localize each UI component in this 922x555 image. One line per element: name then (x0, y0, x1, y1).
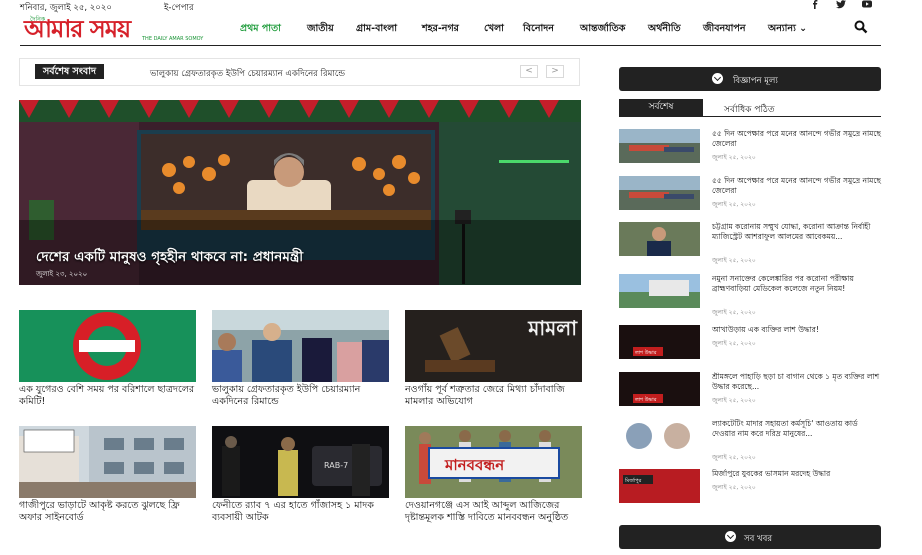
article-thumbnail-caption: RAB-7 (324, 461, 348, 470)
news-thumbnail (619, 129, 700, 163)
header-divider (20, 45, 881, 46)
sidebar-news-item[interactable]: লাশ উদ্ধার আখাউড়ায় এক ব্যক্তির লাশ উদ্… (619, 325, 881, 365)
news-thumbnail: মির্জাপুর (619, 469, 700, 503)
sidebar-news-item[interactable]: ৫৫ দিন অপেক্ষার পরে মনের আনন্দে গভীর সমু… (619, 129, 881, 169)
sidebar-news-item[interactable]: নমুনা সনাক্তের কেলেঙ্কারির পর করোনা পরীক… (619, 274, 882, 316)
site-logo[interactable]: দৈনিক আমার সময় THE DAILY AMAR SOMOY (22, 14, 218, 43)
breaking-news-label: সর্বশেষ সংবাদ (35, 64, 104, 79)
news-title[interactable]: ল্যাকটেটিং মাদার সহায়তা কর্মসূচি' আওতায… (712, 419, 882, 439)
article-title[interactable]: গাজীপুরে ভাড়াটে আকৃষ্ট করতে ঝুলছে ফ্রি … (19, 500, 196, 524)
nav-item-first-page[interactable]: প্রথম পাতা (240, 22, 281, 37)
article-thumbnail-caption: মানববন্ধন (444, 456, 505, 474)
news-title[interactable]: নমুনা সনাক্তের কেলেঙ্কারির পর করোনা পরীক… (712, 274, 882, 294)
article-thumbnail (19, 426, 196, 498)
news-title[interactable]: ৫৫ দিন অপেক্ষার পরে মনের আনন্দে গভীর সমু… (712, 176, 882, 196)
article-thumbnail: মামলা (405, 310, 582, 382)
nav-item-lifestyle[interactable]: জীবনযাপন (703, 22, 746, 37)
search-icon[interactable] (854, 20, 868, 34)
news-thumbnail-caption: লাশ উদ্ধার (634, 396, 657, 403)
chevron-down-icon: ⌄ (799, 23, 808, 34)
site-header: দৈনিক আমার সময় THE DAILY AMAR SOMOY প্র… (0, 13, 922, 45)
sidebar-news-item[interactable]: ল্যাকটেটিং মাদার সহায়তা কর্মসূচি' আওতায… (619, 419, 882, 461)
sidebar-news-item[interactable]: মির্জাপুর মির্জাপুরে যুবকের ভাসমান মরদেহ… (619, 469, 881, 509)
nav-item-city[interactable]: শহর-নগর (422, 22, 459, 37)
news-date: জুলাই ২৫, ২০২০ (712, 454, 756, 461)
news-title[interactable]: মির্জাপুরে যুবকের ভাসমান মরদেহ উদ্ধার (712, 469, 882, 479)
news-title[interactable]: আখাউড়ায় এক ব্যক্তির লাশ উদ্ধার! (712, 325, 882, 335)
nav-item-others[interactable]: অন্যান্য ⌄ (768, 22, 807, 37)
top-bar: শনিবার, জুলাই ২৫, ২০২০ ই-পেপার (0, 0, 922, 13)
article-title[interactable]: ভালুকায় গ্রেফতারকৃত ইউপি চেয়ারম্যান এক… (212, 384, 389, 408)
news-date: জুলাই ২৫, ২০২০ (712, 201, 756, 208)
sidebar-news-item[interactable]: লাশ উদ্ধার শ্রীমঙ্গলে পাহাড়ি ছড়া চা বা… (619, 372, 881, 412)
article-title[interactable]: নওগাঁয় পূর্ব শত্রুতার জেরে মিথ্যা চাঁদা… (405, 384, 582, 408)
chevron-down-circle-icon (725, 531, 736, 542)
sidebar-news-item[interactable]: ৫৫ দিন অপেক্ষার পরে মনের আনন্দে গভীর সমু… (619, 176, 881, 216)
tab-most-read[interactable]: সর্বাধিক পঠিত (724, 102, 775, 117)
ad-rate-label: বিজ্ঞাপন মূল্য (733, 76, 778, 86)
youtube-icon[interactable] (862, 0, 872, 11)
tabs-divider (619, 116, 881, 117)
news-thumbnail-caption: লাশ উদ্ধার (634, 349, 657, 356)
twitter-icon[interactable] (836, 0, 846, 12)
news-title[interactable]: চট্টগ্রাম করোনায় সম্মুখ যোদ্ধা, করোনা আ… (712, 222, 882, 242)
nav-item-international[interactable]: আন্তর্জাতিক (580, 22, 625, 37)
tab-latest[interactable]: সর্বশেষ (619, 99, 703, 116)
news-thumbnail-caption: মির্জাপুর (624, 477, 642, 484)
nav-item-sports[interactable]: খেলা (484, 22, 504, 37)
nav-item-economy[interactable]: অর্থনীতি (648, 22, 681, 37)
news-date: জুলাই ২৫, ২০২০ (712, 257, 756, 264)
facebook-icon[interactable] (810, 0, 820, 12)
news-date: জুলাই ২৫, ২০২০ (712, 340, 756, 347)
article-thumbnail (19, 310, 196, 382)
article-title[interactable]: ফেনীতে র‍্যাব ৭ এর হাতে গাঁজাসহ ১ মাদক ব… (212, 500, 389, 524)
nav-item-national[interactable]: জাতীয় (307, 22, 334, 37)
nav-item-entertainment[interactable]: বিনোদন (523, 22, 554, 37)
article-thumbnail: মানববন্ধন (405, 426, 582, 498)
article-thumbnail: RAB-7 (212, 426, 389, 498)
logo-english-text: THE DAILY AMAR SOMOY (142, 36, 204, 42)
nav-item-village[interactable]: গ্রাম-বাংলা (356, 22, 397, 37)
nav-item-others-label: অন্যান্য (768, 23, 796, 34)
news-thumbnail (619, 274, 700, 308)
ad-rate-button[interactable]: বিজ্ঞাপন মূল্য (619, 67, 881, 91)
news-title[interactable]: ৫৫ দিন অপেক্ষার পরে মনের আনন্দে গভীর সমু… (712, 129, 882, 149)
news-thumbnail: লাশ উদ্ধার (619, 325, 700, 359)
article-thumbnail-caption: মামলা (527, 316, 578, 340)
sidebar-tabs: সর্বশেষ সর্বাধিক পঠিত (619, 99, 881, 117)
article-title[interactable]: দেওয়ানগঞ্জে এস আই আব্দুল আজিজের দৃষ্টান… (405, 500, 582, 524)
sidebar-news-item[interactable]: চট্টগ্রাম করোনায় সম্মুখ যোদ্ধা, করোনা আ… (619, 222, 882, 264)
hero-date: জুলাই ২৩, ২০২০ (36, 270, 88, 278)
ticker-next-button[interactable]: > (546, 65, 564, 78)
hero-article[interactable]: দেশের একটি মানুষও গৃহহীন থাকবে না: প্রধা… (19, 100, 581, 285)
all-news-label: সব খবর (744, 534, 773, 544)
news-thumbnail (619, 419, 700, 453)
chevron-down-circle-icon (712, 73, 723, 84)
article-title[interactable]: এক যুগেরও বেশি সময় পর বরিশালে ছাত্রদলের… (19, 384, 196, 408)
breaking-news-text[interactable]: ভালুকায় গ্রেফতারকৃত ইউপি চেয়ারম্যান এক… (150, 67, 345, 81)
news-thumbnail (619, 176, 700, 210)
all-news-button[interactable]: সব খবর (619, 525, 881, 549)
news-date: জুলাই ২৫, ২০২০ (712, 309, 756, 316)
news-date: জুলাই ২৫, ২০২০ (712, 397, 756, 404)
news-title[interactable]: শ্রীমঙ্গলে পাহাড়ি ছড়া চা বাগান থেকে ১ … (712, 372, 882, 392)
article-thumbnail (212, 310, 389, 382)
news-date: জুলাই ২৫, ২০২০ (712, 154, 756, 161)
news-thumbnail (619, 222, 700, 256)
breaking-news-ticker: সর্বশেষ সংবাদ ভালুকায় গ্রেফতারকৃত ইউপি … (19, 58, 580, 86)
ticker-prev-button[interactable]: < (520, 65, 538, 78)
news-date: জুলাই ২৫, ২০২০ (712, 484, 756, 491)
news-thumbnail: লাশ উদ্ধার (619, 372, 700, 406)
hero-title[interactable]: দেশের একটি মানুষও গৃহহীন থাকবে না: প্রধা… (36, 246, 303, 269)
